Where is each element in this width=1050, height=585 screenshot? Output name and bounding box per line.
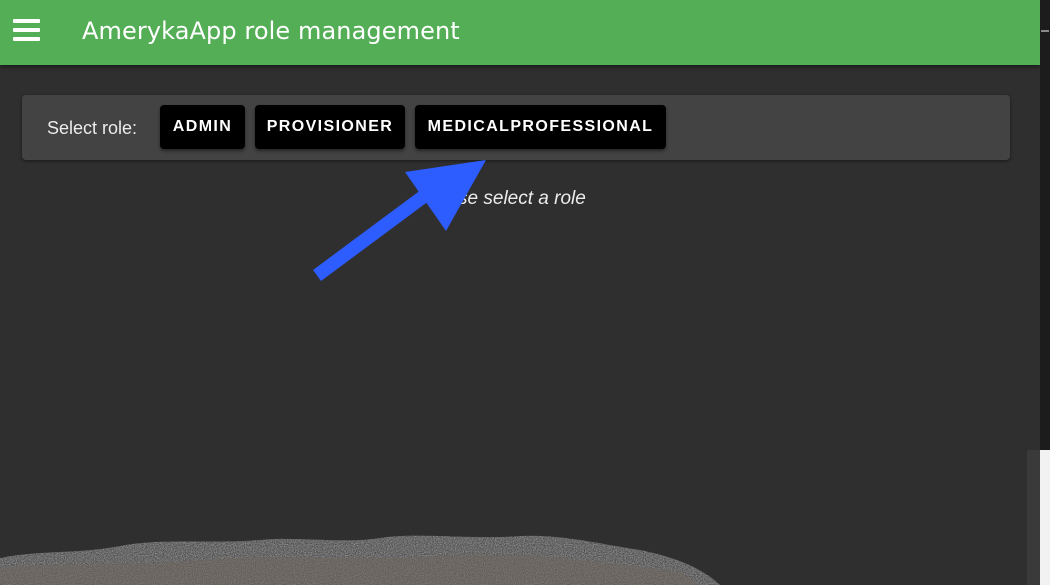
app-bar: AmerykaApp role management xyxy=(0,0,1040,65)
app-title: AmerykaApp role management xyxy=(82,17,460,45)
window-edge-mark xyxy=(1041,30,1049,32)
role-selector-card: Select role: ADMIN PROVISIONER MEDICALPR… xyxy=(22,95,1010,160)
window-edge-lower xyxy=(1040,450,1050,585)
window-edge-divider xyxy=(1027,450,1040,585)
annotation-arrow-icon xyxy=(313,160,486,281)
select-role-label: Select role: xyxy=(47,118,138,138)
role-button-admin[interactable]: ADMIN xyxy=(160,105,245,149)
select-role-hint: Please select a role xyxy=(420,188,586,209)
page: AmerykaApp role management Select role: … xyxy=(0,0,1050,585)
role-button-provisioner[interactable]: PROVISIONER xyxy=(255,105,405,149)
window-edge xyxy=(1040,0,1050,450)
sand-texture xyxy=(0,535,720,585)
hamburger-menu-icon[interactable] xyxy=(13,19,41,43)
role-button-medicalprofessional[interactable]: MEDICALPROFESSIONAL xyxy=(415,105,666,149)
